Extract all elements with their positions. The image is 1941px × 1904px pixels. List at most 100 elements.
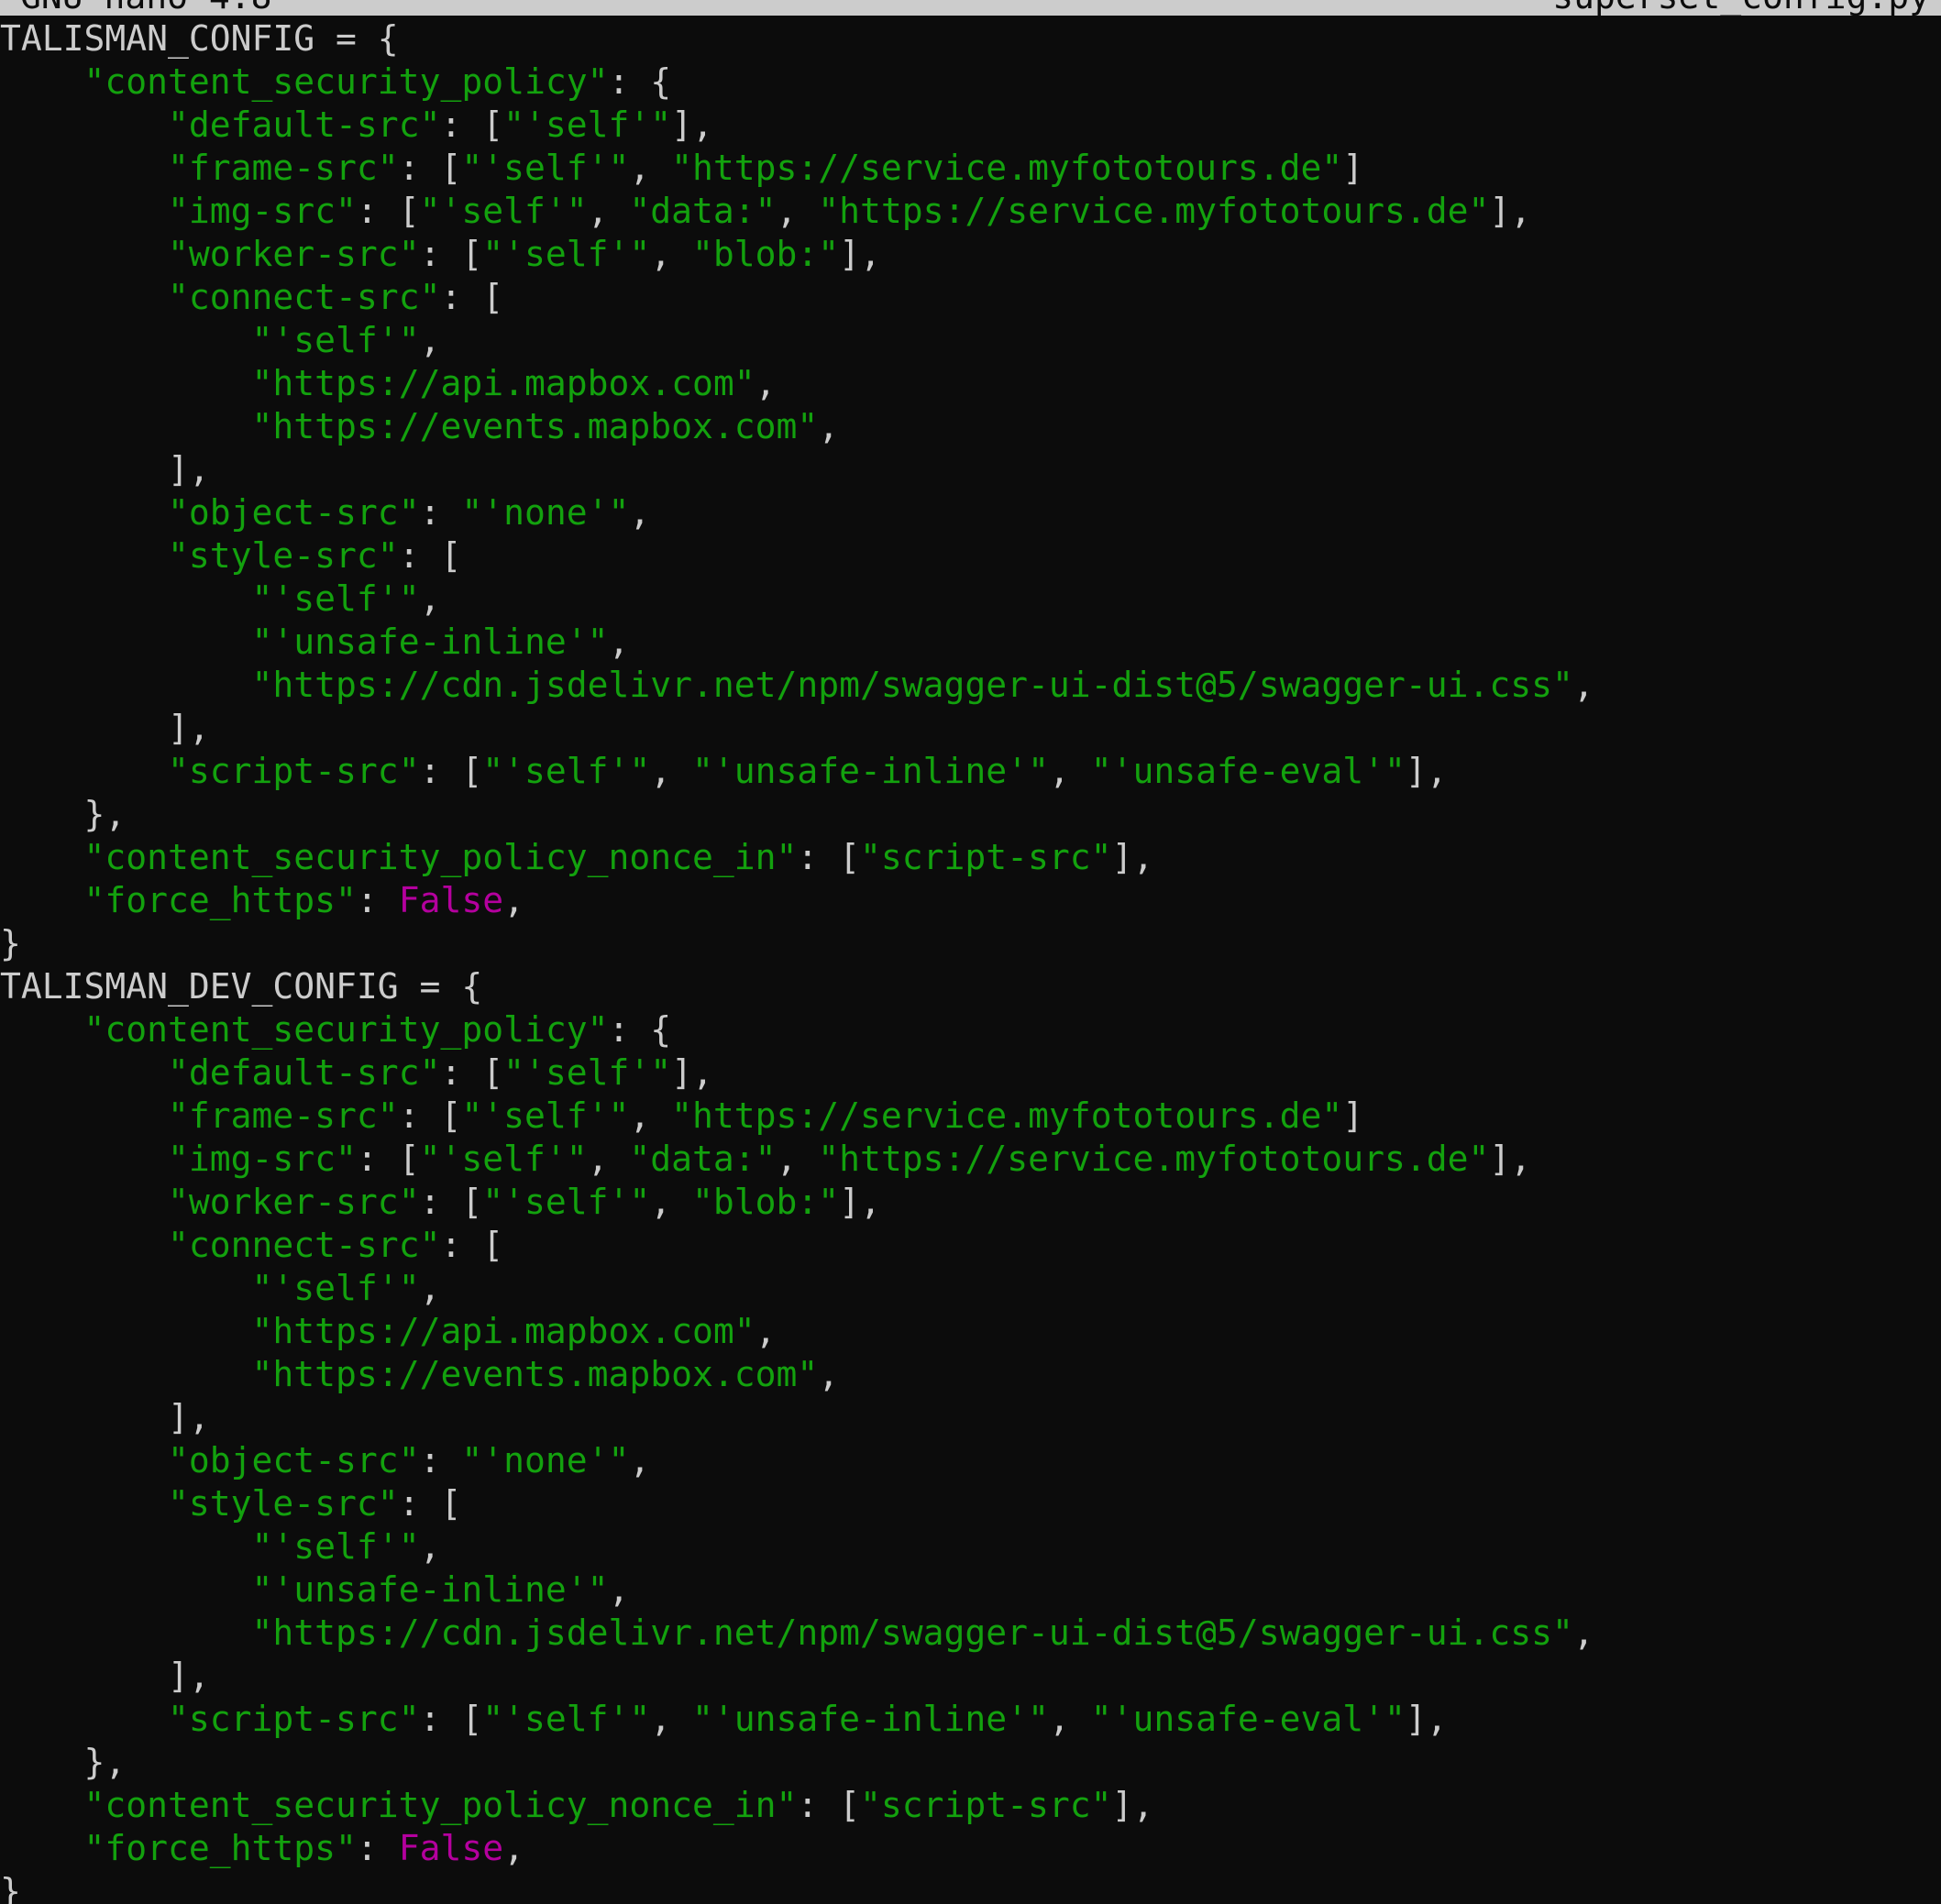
string-token: "https://service.myfototours.de" (671, 1095, 1343, 1136)
string-token: "force_https" (83, 1828, 357, 1868)
code-line[interactable]: "content_security_policy_nonce_in": ["sc… (0, 836, 1941, 879)
code-line[interactable]: ], (0, 448, 1941, 491)
code-line[interactable]: "https://cdn.jsdelivr.net/npm/swagger-ui… (0, 664, 1941, 707)
code-line[interactable]: "frame-src": ["'self'", "https://service… (0, 1095, 1941, 1138)
nano-editor-window[interactable]: GNU nano 4.8 superset_config.py TALISMAN… (0, 0, 1941, 1904)
string-token: "'self'" (251, 320, 420, 360)
code-line[interactable]: "connect-src": [ (0, 1224, 1941, 1267)
code-line[interactable]: "script-src": ["'self'", "'unsafe-inline… (0, 1698, 1941, 1741)
code-line[interactable]: "https://events.mapbox.com", (0, 405, 1941, 448)
code-line[interactable]: "https://cdn.jsdelivr.net/npm/swagger-ui… (0, 1612, 1941, 1655)
code-line[interactable]: "default-src": ["'self'"], (0, 104, 1941, 147)
string-token: "'self'" (503, 1052, 672, 1093)
code-line[interactable]: "connect-src": [ (0, 276, 1941, 319)
string-token: "default-src" (168, 1052, 441, 1093)
code-line[interactable]: "'unsafe-inline'", (0, 621, 1941, 664)
code-line[interactable]: "'self'", (0, 1267, 1941, 1310)
string-token: "img-src" (168, 1139, 357, 1179)
code-line[interactable]: "https://events.mapbox.com", (0, 1353, 1941, 1396)
code-line[interactable]: "frame-src": ["'self'", "https://service… (0, 147, 1941, 190)
code-line[interactable]: "'unsafe-inline'", (0, 1568, 1941, 1612)
string-token: "object-src" (168, 492, 420, 533)
code-line[interactable]: ], (0, 1655, 1941, 1698)
code-line[interactable]: "content_security_policy": { (0, 1008, 1941, 1051)
code-line[interactable]: "script-src": ["'self'", "'unsafe-inline… (0, 750, 1941, 793)
code-token: : (356, 880, 399, 920)
code-token: , (608, 622, 630, 662)
code-line[interactable]: }, (0, 793, 1941, 836)
code-token: : [ (398, 1095, 462, 1136)
code-token: ], (839, 234, 881, 274)
code-token: : [ (419, 751, 483, 791)
code-line[interactable]: ], (0, 1396, 1941, 1439)
code-token: TALISMAN_CONFIG = { (0, 18, 399, 59)
code-token: : [ (419, 234, 483, 274)
code-token: ], (671, 1052, 713, 1093)
code-line[interactable]: "'self'", (0, 1525, 1941, 1568)
code-buffer[interactable]: TALISMAN_CONFIG = { "content_security_po… (0, 17, 1941, 1904)
code-token: , (1048, 751, 1091, 791)
code-line[interactable]: TALISMAN_DEV_CONFIG = { (0, 965, 1941, 1008)
code-line[interactable]: "style-src": [ (0, 534, 1941, 578)
code-line[interactable]: "img-src": ["'self'", "data:", "https://… (0, 1138, 1941, 1181)
string-token: "https://cdn.jsdelivr.net/npm/swagger-ui… (251, 1612, 1573, 1653)
code-line[interactable]: "worker-src": ["'self'", "blob:"], (0, 233, 1941, 276)
code-token: , (650, 1182, 693, 1222)
string-token: "https://events.mapbox.com" (251, 1354, 819, 1394)
code-line[interactable]: "content_security_policy": { (0, 61, 1941, 104)
code-line[interactable]: TALISMAN_CONFIG = { (0, 17, 1941, 61)
code-token: , (650, 234, 693, 274)
keyword-token: False (398, 1828, 504, 1868)
string-token: "https://cdn.jsdelivr.net/npm/swagger-ui… (251, 665, 1573, 705)
code-line[interactable]: }, (0, 1741, 1941, 1784)
code-token: , (818, 1354, 840, 1394)
code-line[interactable]: "https://api.mapbox.com", (0, 362, 1941, 405)
code-line[interactable]: "worker-src": ["'self'", "blob:"], (0, 1181, 1941, 1224)
code-token: ], (839, 1182, 881, 1222)
code-token: , (755, 1311, 777, 1351)
string-token: "script-src" (168, 751, 420, 791)
editor-title: GNU nano 4.8 (20, 0, 272, 16)
string-token: "blob:" (692, 234, 840, 274)
string-token: "'unsafe-eval'" (1090, 751, 1406, 791)
code-line[interactable]: "'self'", (0, 319, 1941, 362)
code-line[interactable]: "force_https": False, (0, 879, 1941, 922)
code-line[interactable]: "'self'", (0, 578, 1941, 621)
string-token: "style-src" (168, 535, 399, 576)
code-token: : [ (440, 1225, 504, 1265)
code-token: : (419, 492, 462, 533)
string-token: "'unsafe-inline'" (692, 751, 1049, 791)
code-line[interactable]: } (0, 922, 1941, 965)
code-line[interactable]: "https://api.mapbox.com", (0, 1310, 1941, 1353)
code-token: : (356, 1828, 399, 1868)
code-line[interactable]: "object-src": "'none'", (0, 491, 1941, 534)
code-token: , (419, 1526, 441, 1567)
code-line[interactable]: "style-src": [ (0, 1482, 1941, 1525)
code-line[interactable]: "img-src": ["'self'", "data:", "https://… (0, 190, 1941, 233)
code-line[interactable]: "content_security_policy_nonce_in": ["sc… (0, 1784, 1941, 1827)
code-token: , (1572, 665, 1594, 705)
code-line[interactable]: "force_https": False, (0, 1827, 1941, 1870)
code-token: TALISMAN_DEV_CONFIG = { (0, 966, 483, 1007)
code-line[interactable]: "default-src": ["'self'"], (0, 1051, 1941, 1095)
code-line[interactable]: "object-src": "'none'", (0, 1439, 1941, 1482)
string-token: "'none'" (461, 1440, 630, 1480)
string-token: "https://service.myfototours.de" (818, 1139, 1490, 1179)
code-token: ], (671, 105, 713, 145)
code-line[interactable]: ], (0, 707, 1941, 750)
string-token: "'unsafe-inline'" (692, 1699, 1049, 1739)
code-line[interactable]: } (0, 1870, 1941, 1904)
